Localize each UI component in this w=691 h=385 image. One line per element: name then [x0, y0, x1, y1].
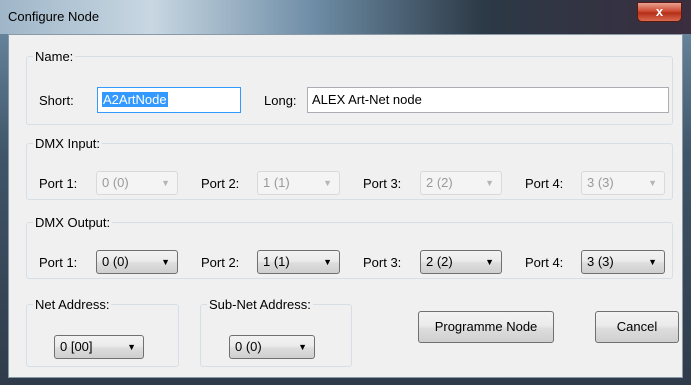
net-address-legend: Net Address: [35, 297, 110, 312]
subnet-address-select[interactable]: 0 (0) ▼ [229, 335, 315, 359]
output-port-2-select[interactable]: 1 (1) ▼ [257, 250, 340, 274]
output-port-1-select[interactable]: 0 (0) ▼ [96, 250, 178, 274]
input-port-1-select[interactable]: 0 (0) ▼ [96, 171, 178, 195]
chevron-down-icon: ▼ [323, 178, 332, 188]
chevron-down-icon: ▼ [298, 342, 307, 352]
chevron-down-icon: ▼ [161, 257, 170, 267]
input-port-3-label: Port 3: [363, 176, 402, 191]
chevron-down-icon: ▼ [485, 257, 494, 267]
net-address-value: 0 [00] [60, 339, 93, 354]
dialog-body: Name: Short: A2ArtNode Long: ALEX Art-Ne… [8, 34, 683, 378]
cancel-button[interactable]: Cancel [595, 311, 679, 343]
short-name-input[interactable]: A2ArtNode [97, 87, 241, 113]
programme-node-button[interactable]: Programme Node [418, 311, 554, 343]
output-port-4-value: 3 (3) [587, 254, 614, 269]
chevron-down-icon: ▼ [127, 342, 136, 352]
net-address-select[interactable]: 0 [00] ▼ [54, 335, 144, 359]
close-button[interactable]: x [637, 2, 682, 22]
chevron-down-icon: ▼ [648, 257, 657, 267]
output-port-2-value: 1 (1) [263, 254, 290, 269]
output-port-2-label: Port 2: [201, 255, 240, 270]
input-port-1-value: 0 (0) [102, 175, 129, 190]
chevron-down-icon: ▼ [648, 178, 657, 188]
dmx-input-legend: DMX Input: [35, 136, 101, 151]
chevron-down-icon: ▼ [161, 178, 170, 188]
long-name-value: ALEX Art-Net node [312, 92, 422, 107]
dmx-output-legend: DMX Output: [35, 215, 111, 230]
output-port-1-label: Port 1: [39, 255, 78, 270]
long-name-input[interactable]: ALEX Art-Net node [307, 87, 669, 113]
chevron-down-icon: ▼ [323, 257, 332, 267]
title-bar[interactable]: Configure Node x [0, 0, 691, 34]
short-name-value: A2ArtNode [102, 92, 168, 107]
short-label: Short: [39, 93, 74, 108]
input-port-3-select[interactable]: 2 (2) ▼ [420, 171, 502, 195]
output-port-3-select[interactable]: 2 (2) ▼ [420, 250, 502, 274]
long-label: Long: [264, 93, 297, 108]
output-port-3-value: 2 (2) [426, 254, 453, 269]
input-port-4-label: Port 4: [525, 176, 564, 191]
input-port-4-select[interactable]: 3 (3) ▼ [581, 171, 665, 195]
input-port-3-value: 2 (2) [426, 175, 453, 190]
output-port-1-value: 0 (0) [102, 254, 129, 269]
input-port-2-value: 1 (1) [263, 175, 290, 190]
configure-node-window: Configure Node x Name: Short: A2ArtNode … [0, 0, 691, 385]
input-port-1-label: Port 1: [39, 176, 78, 191]
output-port-3-label: Port 3: [363, 255, 402, 270]
window-title: Configure Node [8, 9, 100, 24]
subnet-address-legend: Sub-Net Address: [209, 297, 311, 312]
output-port-4-label: Port 4: [525, 255, 564, 270]
input-port-4-value: 3 (3) [587, 175, 614, 190]
close-icon: x [655, 4, 664, 19]
subnet-address-value: 0 (0) [235, 339, 262, 354]
input-port-2-select[interactable]: 1 (1) ▼ [257, 171, 340, 195]
name-group-legend: Name: [35, 49, 74, 64]
output-port-4-select[interactable]: 3 (3) ▼ [581, 250, 665, 274]
chevron-down-icon: ▼ [485, 178, 494, 188]
input-port-2-label: Port 2: [201, 176, 240, 191]
